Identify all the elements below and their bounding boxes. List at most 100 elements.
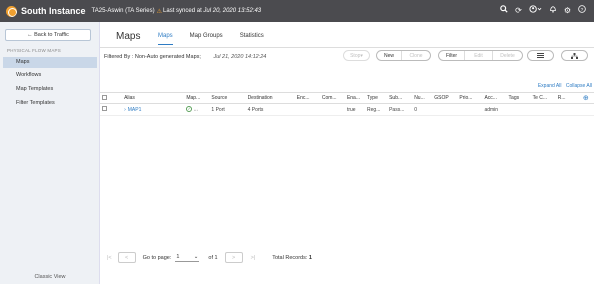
column-header-subtype[interactable]: Sub... [387,92,413,104]
tab-map-groups[interactable]: Map Groups [190,33,223,45]
column-header-type[interactable]: Type [365,92,388,104]
clone-button[interactable]: Clone [402,51,430,60]
column-header-te-config[interactable]: Te C... [530,92,556,104]
stop-group: Stop ▾ [343,50,370,61]
header-divider [100,47,594,48]
gsop-cell [432,103,458,116]
last-page-icon[interactable]: >| [251,255,256,261]
r-cell [555,103,581,116]
help-icon[interactable]: ? [578,5,586,17]
enabled-cell: true [344,103,366,116]
settings-icon[interactable]: ⚙ [564,5,571,17]
page-select-value: 1 [176,254,180,260]
chevron-right-icon[interactable]: › [124,107,126,113]
filter-button[interactable]: Filter [439,51,465,60]
first-page-icon[interactable]: |< [107,255,112,261]
top-header: South Instance TA25-Aswin (TA Series) ⚠ … [0,0,594,22]
page-title: Maps [116,31,141,42]
checkbox[interactable] [102,94,107,100]
column-header-tags[interactable]: Tags [506,92,531,104]
total-records: Total Records: 1 [272,255,312,261]
column-header-gsop[interactable]: GSOP [432,92,458,104]
classic-view-link[interactable]: Classic View [0,274,100,280]
user-icon[interactable] [529,5,542,17]
stop-label: Stop [350,52,361,59]
chevron-down-icon: ⌄ [193,254,199,260]
topology-group [561,50,588,61]
total-records-label: Total Records: [272,254,308,261]
sidebar: ← Back to Traffic PHYSICAL FLOW MAPS Map… [0,22,100,284]
table-header-row: Alias Map... Source Destination Enc... C… [100,92,594,104]
back-to-traffic-button[interactable]: ← Back to Traffic [5,29,91,41]
collapse-all-link[interactable]: Collapse All [566,83,592,89]
maps-table: Alias Map... Source Destination Enc... C… [100,92,594,116]
topology-icon[interactable] [561,50,588,61]
priority-cell [457,103,483,116]
page-select[interactable]: 1 ⌄ [175,253,200,262]
brand-logo-icon [6,5,17,17]
type-cell: Reg... [365,103,388,116]
sidebar-section-title: PHYSICAL FLOW MAPS [7,48,61,53]
comments-cell [319,103,345,116]
column-header-enabled[interactable]: Ena... [344,92,366,104]
sidebar-item-map-templates[interactable]: Map Templates [3,84,97,95]
svg-text:?: ? [581,7,584,13]
map-alias-link[interactable]: MAP1 [128,107,142,113]
new-button[interactable]: New [377,51,402,60]
te-config-cell [530,103,556,116]
column-header-map-status[interactable]: Map... [184,92,210,104]
list-view-icon[interactable] [527,50,554,61]
filter-date: Jul 21, 2020 14:12:24 [213,54,267,60]
sync-time: Jul 20, 2020 13:52:43 [203,8,262,14]
sidebar-item-maps[interactable]: Maps [3,57,97,68]
tab-statistics[interactable]: Statistics [240,33,264,45]
page-count: of 1 [208,254,218,261]
column-header-number[interactable]: Nu... [412,92,433,104]
subtype-cell: Pass... [387,103,413,116]
sidebar-item-filter-templates[interactable]: Filter Templates [3,98,97,109]
filter-summary: Filtered By : Non-Auto generated Maps; J… [104,54,266,60]
stop-button[interactable]: Stop ▾ [343,50,370,61]
column-header-source[interactable]: Source [209,92,246,104]
bell-icon[interactable] [549,5,557,17]
next-page-button[interactable]: > [224,252,243,263]
column-header-access[interactable]: Acc... [482,92,507,104]
alias-cell[interactable]: › MAP1 [122,103,185,116]
select-all-checkbox[interactable] [100,92,123,104]
main-content: Maps Maps Map Groups Statistics Filtered… [100,22,594,284]
map-status-cell: ✓ ... [184,103,210,116]
table-row[interactable]: › MAP1 ✓ ... 1 Port 4 Ports true Reg... P… [100,103,594,116]
column-header-r[interactable]: R... [555,92,581,104]
column-header-destination[interactable]: Destination [245,92,295,104]
refresh-icon[interactable]: ⟳ [515,5,522,17]
delete-button[interactable]: Delete [493,51,522,60]
last-synced: Last synced at Jul 20, 2020 13:52:43 [163,8,261,14]
column-header-priority[interactable]: Prio... [457,92,483,104]
prev-page-button[interactable]: < [117,252,136,263]
access-cell: admin [482,103,507,116]
new-clone-group: New Clone [376,50,431,61]
go-to-page-label: Go to page: [142,254,172,261]
edit-button[interactable]: Edit [465,51,493,60]
pagination: |< < Go to page: 1 ⌄ of 1 > >| Total Reco… [107,252,312,263]
filter-label: Filtered By : Non-Auto generated Maps; [104,54,201,60]
sidebar-item-workflows[interactable]: Workflows [3,70,97,81]
column-header-alias[interactable]: Alias [122,92,185,104]
row-end-cell [580,103,594,116]
checkbox[interactable] [102,106,107,111]
encapsulation-cell [294,103,320,116]
column-header-encapsulation[interactable]: Enc... [294,92,320,104]
cluster-name: TA25-Aswin (TA Series) [91,8,155,14]
filter-edit-group: Filter Edit Delete [438,50,523,61]
add-column-icon[interactable]: ⊕ [580,92,594,104]
destination-cell: 4 Ports [245,103,295,116]
tab-maps[interactable]: Maps [158,33,173,45]
expand-all-link[interactable]: Expand All [538,83,562,89]
search-icon[interactable] [500,5,508,17]
row-checkbox-cell[interactable] [100,103,123,116]
map-status-text: ... [193,106,198,113]
new-clone-buttons: New Clone [376,50,431,61]
warning-icon: ⚠ [156,8,163,15]
brand-name: South Instance [21,6,86,16]
column-header-comments[interactable]: Com... [319,92,345,104]
